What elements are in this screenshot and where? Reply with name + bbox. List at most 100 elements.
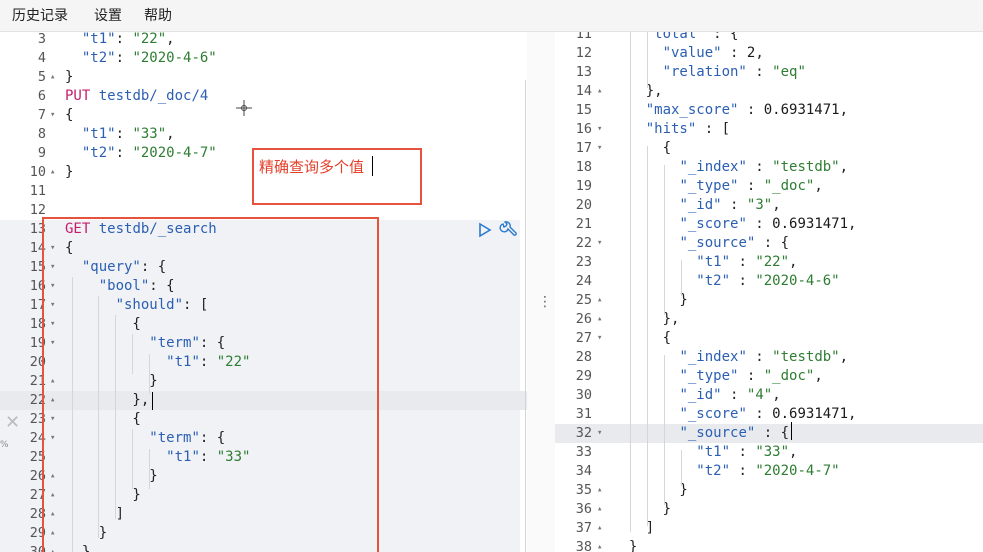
drag-handle-icon[interactable]: ⋮ [538,294,552,310]
wrench-icon[interactable] [498,220,518,240]
code-line[interactable]: 14 ▴ }, [555,82,983,101]
pane-splitter[interactable]: ⋮ [527,32,555,552]
code-line[interactable]: 15 "max_score" : 0.6931471, [555,101,983,120]
line-number: 19 [29,335,46,351]
line-number: 31 [575,406,592,422]
code-line[interactable]: 8 "t1": "33", [0,125,527,144]
code-line[interactable]: 17 ▾ { [555,139,983,158]
code-line[interactable]: 37 ▴ ] [555,519,983,538]
code-line[interactable]: 20 "_id" : "3", [555,196,983,215]
code-line[interactable]: 25 ▴ } [555,291,983,310]
code-line[interactable]: 27 ▾ { [555,329,983,348]
code-line[interactable]: 18 "_index" : "testdb", [555,158,983,177]
code-line[interactable]: 26 ▴ }, [555,310,983,329]
code-text: "value" : 2, [612,44,764,63]
code-token: "testdb" [772,159,840,175]
code-line[interactable]: 16 ▾ "hits" : [ [555,120,983,139]
fold-end-icon[interactable]: ▴ [50,163,55,182]
left-pane-scrollbar[interactable] [525,80,526,552]
code-text: "max_score" : 0.6931471, [612,101,848,120]
code-line[interactable]: 23 "t1" : "22", [555,253,983,272]
fold-toggle-icon[interactable]: ▾ [597,120,602,139]
play-icon[interactable] [477,222,493,238]
code-line[interactable]: 5 ▴} [0,68,527,87]
fold-end-icon[interactable]: ▴ [597,481,602,500]
code-token: : [746,216,773,232]
code-token: : [730,273,756,289]
code-line[interactable]: 11 "total" : { [555,32,983,44]
fold-toggle-icon[interactable]: ▾ [597,234,602,253]
code-line[interactable]: 12 "value" : 2, [555,44,983,63]
fold-end-icon[interactable]: ▴ [597,538,602,552]
fold-end-icon[interactable]: ▴ [597,291,602,310]
code-line[interactable]: 6 PUT testdb/_doc/4 [0,87,527,106]
code-token: : [721,387,747,403]
line-number: 34 [575,463,592,479]
code-line[interactable]: 29 "_type" : "_doc", [555,367,983,386]
code-token: , [839,102,849,118]
code-line[interactable]: 21 "_score" : 0.6931471, [555,215,983,234]
crosshair-cursor-icon [236,100,252,116]
code-line[interactable]: 30 "_id" : "4", [555,386,983,405]
code-token: : [746,406,773,422]
code-text: "_source" : { [612,424,789,443]
fold-end-icon[interactable]: ▴ [597,519,602,538]
fold-toggle-icon[interactable]: ▾ [597,139,602,158]
line-number: 28 [29,506,46,522]
fold-end-icon[interactable]: ▴ [597,310,602,329]
line-number: 15 [575,102,592,118]
line-number: 18 [575,159,592,175]
code-line[interactable]: 32 ▾ "_source" : { [555,424,983,443]
line-number: 30 [575,387,592,403]
menu-history[interactable]: 历史记录 [12,5,68,25]
code-line[interactable]: 33 "t1" : "33", [555,443,983,462]
code-token: "t2" [81,50,116,66]
fold-end-icon[interactable]: ▴ [50,68,55,87]
line-number: 17 [575,140,592,156]
code-line[interactable]: 13 "relation" : "eq" [555,63,983,82]
line-number: 15 [29,259,46,275]
code-token: { [612,330,672,346]
code-token: "_doc" [763,178,815,194]
indent-guide [664,165,665,315]
code-line[interactable]: 31 "_score" : 0.6931471, [555,405,983,424]
code-line[interactable]: 34 "t2" : "2020-4-7" [555,462,983,481]
code-line[interactable]: 36 ▴ } [555,500,983,519]
code-line[interactable]: 3 "t1": "22", [0,32,527,49]
line-number: 5 [37,69,46,85]
fold-toggle-icon[interactable]: ▾ [597,329,602,348]
code-line[interactable]: 38 ▴ } [555,538,983,552]
code-line[interactable]: 19 "_type" : "_doc", [555,177,983,196]
fold-toggle-icon[interactable]: ▾ [597,424,602,443]
fold-end-icon[interactable]: ▴ [597,500,602,519]
fold-end-icon[interactable]: ▴ [597,82,602,101]
code-line[interactable]: 7 ▾ { [0,106,527,125]
response-viewer[interactable]: 11 "total" : {12 "value" : 2, 13 "relatio… [555,32,983,552]
code-text: } [65,163,73,182]
code-token: "_id" [679,387,722,403]
code-token: "relation" [662,64,747,80]
code-token: PUT [65,88,91,104]
close-icon[interactable]: ✕ [5,412,20,433]
code-text: "t1" : "22", [612,253,797,272]
code-token: } [65,164,74,180]
code-line[interactable]: 24 "t2" : "2020-4-6" [555,272,983,291]
code-line[interactable]: 28 "_index" : "testdb", [555,348,983,367]
code-token: : { [704,32,739,42]
code-line[interactable]: 4 "t2": "2020-4-6" [0,49,527,68]
code-token: "4" [746,387,773,403]
menu-settings[interactable]: 设置 [94,5,122,25]
code-line[interactable]: 35 ▴ } [555,481,983,500]
code-line[interactable]: 22 ▾ "_source" : { [555,234,983,253]
menu-bar: 历史记录 设置 帮助 [0,0,983,32]
request-editor[interactable]: 3 "t1": "22", 4 "t2": "2020-4-6" 5 ▴} 6 PUT t… [0,32,527,552]
fold-toggle-icon[interactable]: ▾ [50,106,55,125]
menu-help[interactable]: 帮助 [144,5,172,25]
